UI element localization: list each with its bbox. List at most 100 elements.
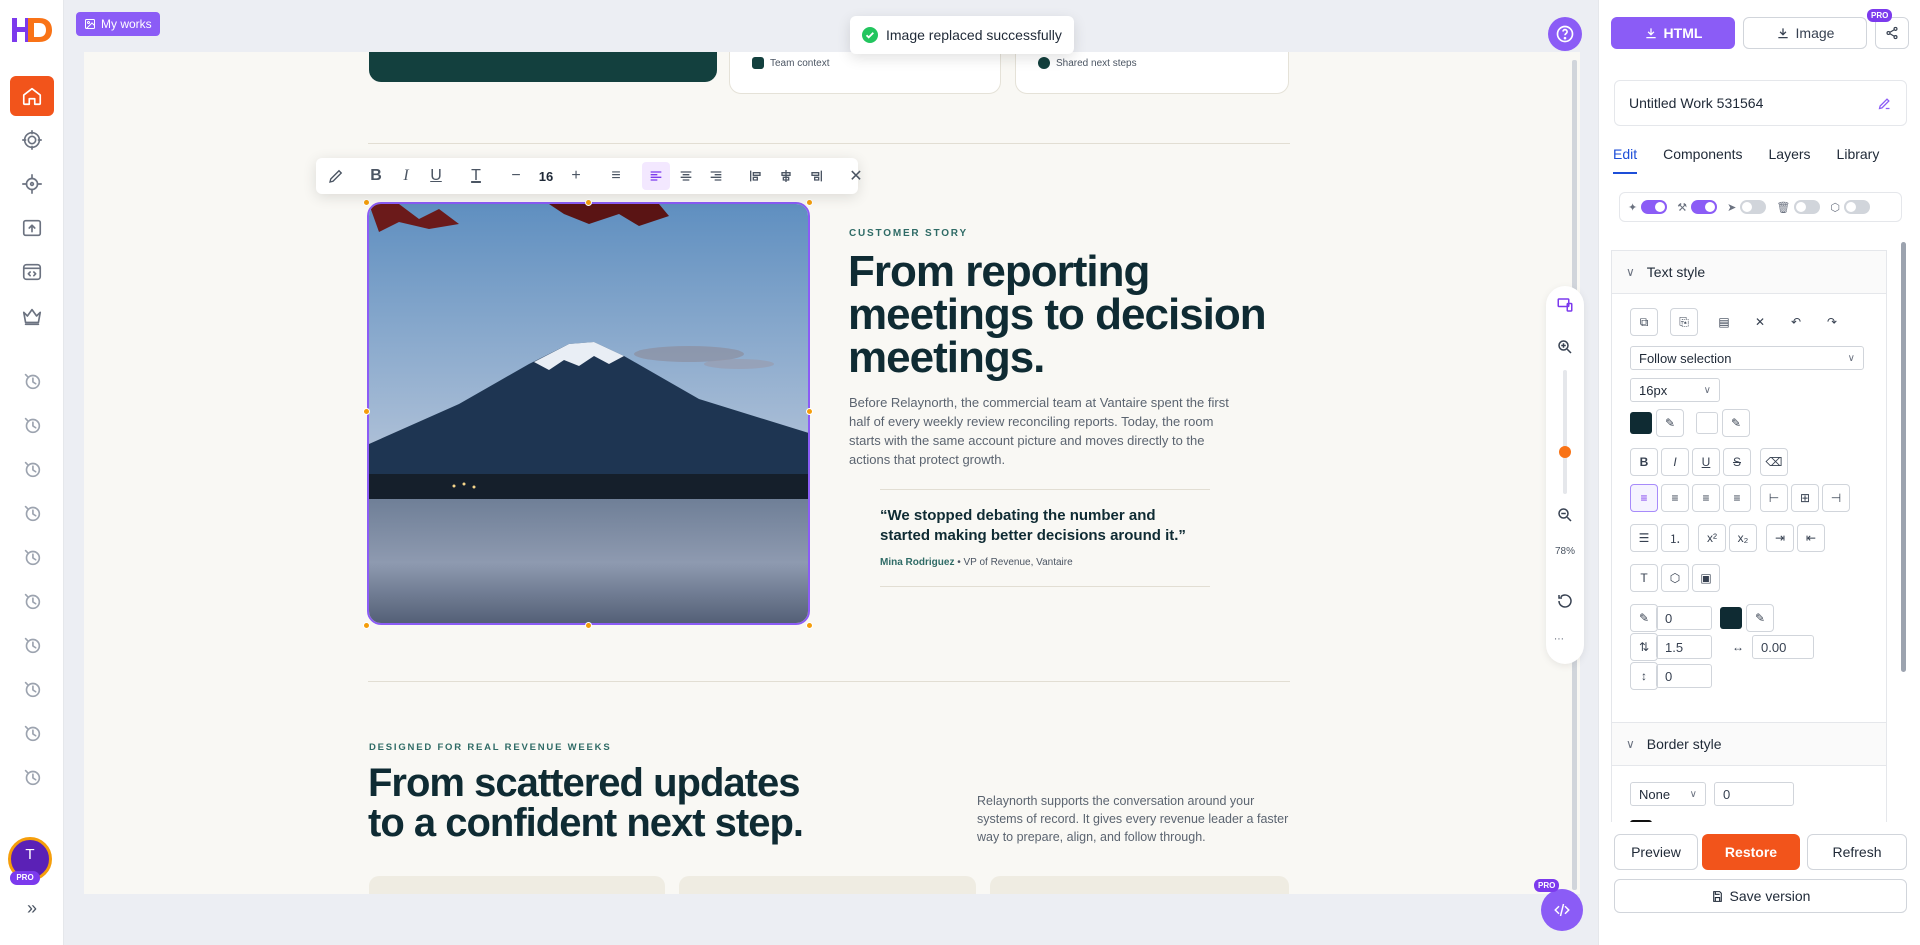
strikethrough-button[interactable]: S [1723,448,1751,476]
border-color-swatch[interactable] [1630,820,1652,822]
align-block-right-icon[interactable] [802,162,830,190]
selected-image[interactable] [367,202,810,625]
help-button[interactable] [1548,17,1582,51]
bold-button[interactable]: B [1630,448,1658,476]
border-style-header[interactable]: ∨ Border style [1611,722,1887,766]
outdent-icon[interactable]: ⇤ [1797,524,1825,552]
sidebar-history-item[interactable] [10,449,54,489]
background-color-swatch[interactable] [1696,412,1718,434]
section2-title[interactable]: From scattered updates to a confident ne… [368,763,838,843]
send-toggle[interactable] [1740,200,1767,214]
align-left-button[interactable] [642,162,670,190]
export-image-button[interactable]: Image [1743,17,1867,49]
preview-button[interactable]: Preview [1614,834,1698,870]
sidebar-item-code[interactable] [10,252,54,292]
align-block-center-icon[interactable] [772,162,800,190]
undo-icon[interactable]: ↶ [1782,308,1810,336]
align-right-button[interactable]: ≡ [1692,484,1720,512]
sidebar-item-upload[interactable] [10,208,54,248]
redo-icon[interactable]: ↷ [1818,308,1846,336]
font-size-select[interactable]: 16px ∨ [1630,378,1720,402]
underline-button[interactable]: U [1692,448,1720,476]
cube-icon[interactable]: ⬡ [1661,564,1689,592]
bold-button[interactable]: B [362,162,390,190]
sidebar-item-crosshair[interactable] [10,164,54,204]
quote-text[interactable]: “We stopped debating the number and star… [880,506,1200,546]
stroke-width-input[interactable]: 0 [1656,606,1712,630]
line-spacing-icon[interactable]: ≡ [602,162,630,190]
story-body[interactable]: Before Relaynorth, the commercial team a… [849,393,1229,469]
my-works-button[interactable]: My works [76,12,160,36]
text-color-button[interactable]: T [462,162,490,190]
font-family-select[interactable]: Follow selection ∨ [1630,346,1864,370]
underline-button[interactable]: U [422,162,450,190]
restore-button[interactable]: Restore [1702,834,1800,870]
border-width-input[interactable]: 0 [1714,782,1794,806]
align-block-right-icon[interactable]: ⊣ [1822,484,1850,512]
subscript-icon[interactable]: x₂ [1729,524,1757,552]
numbered-list-icon[interactable]: ⒈ [1661,524,1689,552]
resize-handle[interactable] [585,199,592,206]
text-style-header[interactable]: ∨ Text style [1611,250,1887,294]
sidebar-history-item[interactable] [10,669,54,709]
eyedropper-icon[interactable]: ✎ [1722,409,1750,437]
zoom-out-icon[interactable] [1556,506,1574,524]
tab-components[interactable]: Components [1663,146,1742,174]
save-version-button[interactable]: Save version [1614,879,1907,913]
eyedropper-icon[interactable]: ✎ [1656,409,1684,437]
bullet-list-icon[interactable]: ☰ [1630,524,1658,552]
device-preview-icon[interactable] [1556,296,1574,314]
refresh-button[interactable]: Refresh [1807,834,1907,870]
app-logo[interactable] [9,14,55,46]
tab-edit[interactable]: Edit [1613,146,1638,174]
text-type-icon[interactable]: T [1630,564,1658,592]
align-block-center-icon[interactable]: ⊞ [1791,484,1819,512]
italic-button[interactable]: I [1661,448,1689,476]
align-left-button[interactable]: ≡ [1630,484,1658,512]
sidebar-item-home[interactable] [10,76,54,116]
indent-icon[interactable]: ⇥ [1766,524,1794,552]
sidebar-history-item[interactable] [10,713,54,753]
align-center-button[interactable] [672,162,700,190]
magic-toggle[interactable] [1641,200,1668,214]
copy-style-icon[interactable]: ⧉ [1630,308,1658,336]
sidebar-history-item[interactable] [10,537,54,577]
delete-toggle[interactable] [1794,200,1821,214]
superscript-icon[interactable]: x² [1698,524,1726,552]
resize-handle[interactable] [363,622,370,629]
more-options-icon[interactable]: ⋯ [1554,634,1564,645]
italic-button[interactable]: I [392,162,420,190]
resize-handle[interactable] [363,199,370,206]
eraser-icon[interactable]: ⌫ [1760,448,1788,476]
text-color-swatch[interactable] [1630,412,1652,434]
resize-handle[interactable] [806,622,813,629]
resize-handle[interactable] [585,622,592,629]
zoom-slider[interactable] [1563,370,1567,494]
eyedropper-icon[interactable]: ✎ [1746,604,1774,632]
zoom-in-icon[interactable] [1556,338,1574,356]
align-block-left-icon[interactable] [742,162,770,190]
align-center-button[interactable]: ≡ [1661,484,1689,512]
letter-spacing-input[interactable]: 0.00 [1752,635,1814,659]
expand-sidebar-button[interactable]: » [22,898,42,918]
code-view-button[interactable] [1541,889,1583,931]
align-right-button[interactable] [702,162,730,190]
close-icon[interactable]: ✕ [842,162,870,190]
tab-layers[interactable]: Layers [1769,146,1811,174]
justify-button[interactable]: ≡ [1723,484,1751,512]
sidebar-history-item[interactable] [10,361,54,401]
zoom-slider-knob[interactable] [1559,446,1571,458]
clear-style-icon[interactable]: ✕ [1746,308,1774,336]
tab-library[interactable]: Library [1837,146,1880,174]
pen-icon[interactable] [322,162,350,190]
sidebar-history-item[interactable] [10,405,54,445]
sidebar-history-item[interactable] [10,581,54,621]
reset-zoom-icon[interactable] [1556,592,1574,610]
sidebar-item-premium[interactable] [10,296,54,336]
decrease-font-button[interactable]: − [502,162,530,190]
document-icon[interactable]: ▤ [1710,308,1738,336]
sidebar-history-item[interactable] [10,625,54,665]
tools-toggle[interactable] [1691,200,1718,214]
work-title-field[interactable]: Untitled Work 531564 [1614,80,1907,126]
section2-body[interactable]: Relaynorth supports the conversation aro… [977,792,1295,846]
